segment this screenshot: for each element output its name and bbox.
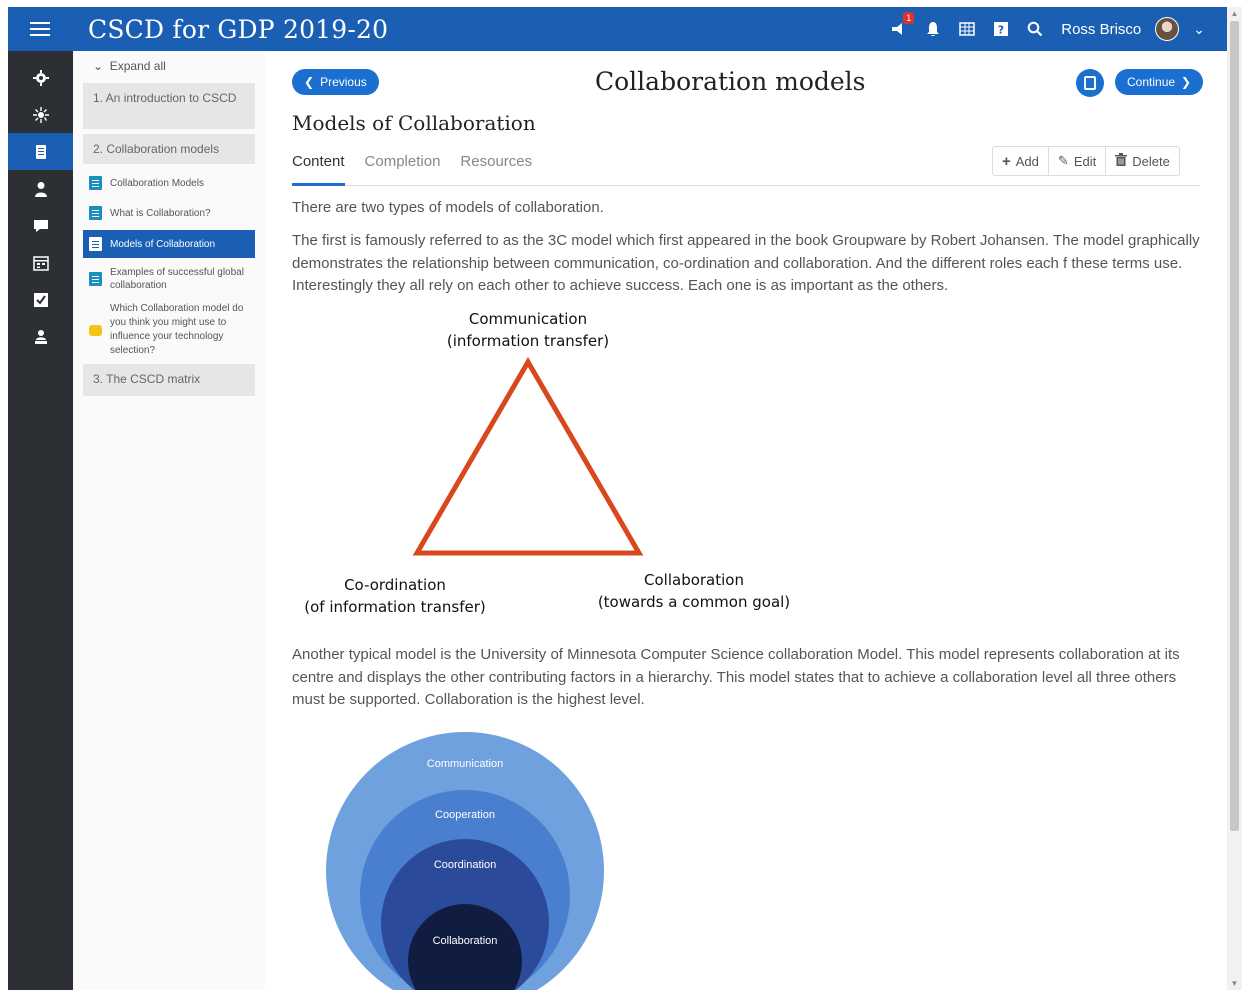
edit-label: Edit [1073,153,1097,169]
user-name[interactable]: Ross Brisco [1061,21,1141,38]
action-toolbar: + Add ✎ Edit Delete [992,146,1180,176]
page-scrollbar[interactable]: ▲ ▼ [1227,7,1242,990]
tab-content[interactable]: Content [292,151,345,186]
calendar-icon[interactable] [8,244,73,281]
scroll-up-arrow-icon[interactable]: ▲ [1227,9,1242,18]
nav-item-label: Collaboration Models [110,177,204,189]
nav-item-what-is-collaboration[interactable]: What is Collaboration? [83,198,255,228]
group-icon[interactable] [8,318,73,355]
section-title: Models of Collaboration [292,111,536,135]
document-icon [89,237,102,251]
triangle-label-left: Co-ordination (of information transfer) [292,574,498,618]
coordination-sublabel: (of information transfer) [304,598,486,616]
nav-item-label: Examples of successful global collaborat… [110,267,244,291]
circle-label-coordination: Coordination [433,859,497,871]
3c-model-paragraph: The first is famously referred to as the… [292,232,1200,294]
edit-button[interactable]: ✎ Edit [1049,147,1107,175]
nav-item-label: What is Collaboration? [110,207,211,219]
circle-label-cooperation: Cooperation [435,809,495,821]
course-icon[interactable] [8,133,73,170]
scroll-down-arrow-icon[interactable]: ▼ [1227,979,1242,988]
nav-item-models-of-collaboration[interactable]: Models of Collaboration [83,230,255,258]
chevron-left-icon: ❮ [304,75,315,89]
top-bar: CSCD for GDP 2019-20 1 ? Ross Brisco ⌄ [8,7,1227,51]
nav-section-collaboration-models[interactable]: 2. Collaboration models [83,134,255,164]
continue-button[interactable]: Continue ❯ [1115,69,1204,95]
pencil-icon: ✎ [1057,153,1069,168]
nav-item-label: Models of Collaboration [110,238,216,250]
course-navigation: ⌄ Expand all 1. An introduction to CSCD … [73,51,265,990]
document-icon [89,176,102,190]
triangle-label-top: Communication (information transfer) [422,308,634,352]
alert-icon[interactable]: 1 [889,12,915,39]
chevron-down-icon[interactable]: ⌄ [1193,21,1205,38]
delete-button[interactable]: Delete [1106,147,1179,175]
page-title: Collaboration models [595,67,866,96]
course-icon-button[interactable] [1076,69,1104,97]
add-button[interactable]: + Add [993,147,1049,175]
intro-paragraph: There are two types of models of collabo… [292,199,604,216]
bell-icon[interactable] [923,19,943,39]
sun-icon[interactable] [8,96,73,133]
nav-item-label: Which Collaboration model do you think y… [110,303,244,356]
grid-icon[interactable] [957,19,977,39]
circle-label-collaboration: Collaboration [432,935,498,947]
tab-completion[interactable]: Completion [365,151,441,185]
expand-all-toggle[interactable]: ⌄ Expand all [73,51,265,83]
nav-section-cscd-matrix[interactable]: 3. The CSCD matrix [83,364,255,396]
search-icon[interactable] [1025,19,1045,39]
expand-all-label: Expand all [109,59,166,73]
nav-item-examples-of-successful-global-collaboration[interactable]: Examples of successful global collaborat… [83,258,255,300]
checkbox-icon[interactable] [8,281,73,318]
coordination-label: Co-ordination [344,576,446,594]
notification-badge: 1 [903,12,915,24]
plus-icon: + [1002,152,1011,170]
minnesota-model-diagram: Communication Cooperation Coordination C… [292,723,642,990]
discussion-icon [89,324,102,336]
nav-item-collaboration-models[interactable]: Collaboration Models [83,168,255,198]
circle-label-communication: Communication [426,758,504,770]
gear-icon[interactable] [8,59,73,96]
collaboration-sublabel: (towards a common goal) [597,593,791,611]
3c-model-diagram: Communication (information transfer) Co-… [292,301,802,621]
person-icon[interactable] [8,170,73,207]
continue-label: Continue [1127,75,1176,89]
help-icon[interactable]: ? [991,19,1011,39]
chevron-right-icon: ❯ [1181,75,1192,89]
trash-icon [1115,153,1128,169]
communication-sublabel: (information transfer) [446,332,610,350]
delete-label: Delete [1132,153,1170,169]
nav-item-discussion-question[interactable]: Which Collaboration model do you think y… [83,300,255,360]
chat-icon[interactable] [8,207,73,244]
tab-resources[interactable]: Resources [460,151,532,185]
svg-text:?: ? [998,24,1004,37]
document-icon [89,206,102,220]
collaboration-label: Collaboration [644,571,744,589]
app-title: CSCD for GDP 2019-20 [88,14,389,44]
avatar[interactable] [1155,17,1180,41]
main-content: ❮ Previous Collaboration models Continue… [265,51,1227,990]
left-rail [8,51,73,990]
previous-label: Previous [320,75,367,89]
minnesota-model-paragraph: Another typical model is the University … [292,646,1180,708]
add-label: Add [1015,153,1039,169]
previous-button[interactable]: ❮ Previous [292,69,379,95]
hamburger-menu-icon[interactable] [8,7,72,51]
document-icon [89,272,102,286]
scrollbar-thumb[interactable] [1230,21,1239,831]
communication-label: Communication [468,310,588,328]
nav-section-introduction[interactable]: 1. An introduction to CSCD [83,83,255,129]
triangle-label-right: Collaboration (towards a common goal) [586,569,802,613]
